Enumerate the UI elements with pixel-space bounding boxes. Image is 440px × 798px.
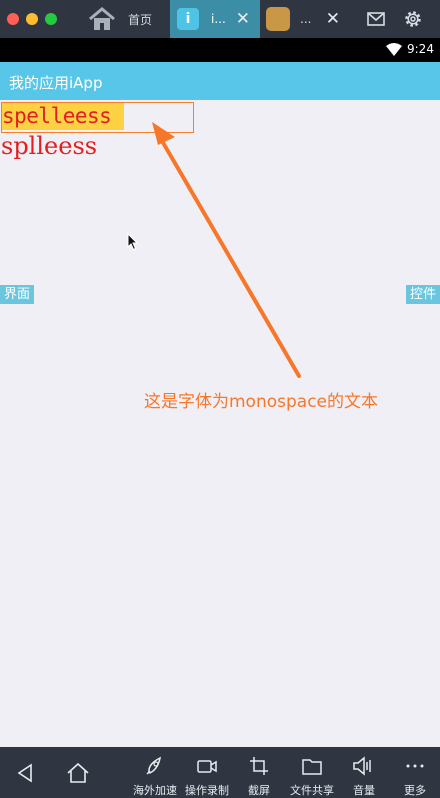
- record-actions-button[interactable]: 操作录制: [181, 747, 233, 798]
- more-icon: [406, 764, 424, 768]
- nav-label: 截屏: [248, 784, 270, 797]
- back-icon: [17, 763, 32, 783]
- back-button[interactable]: [10, 747, 40, 798]
- nav-label: 海外加速: [133, 784, 177, 797]
- video-camera-icon: [197, 760, 217, 773]
- nav-label: 操作录制: [185, 784, 229, 797]
- annotation-label: 这是字体为monospace的文本: [144, 392, 379, 412]
- crop-icon: [250, 757, 268, 775]
- nav-label: 更多: [404, 784, 426, 797]
- volume-button[interactable]: 音量: [345, 747, 383, 798]
- rocket-icon: [146, 756, 162, 775]
- volume-icon: [353, 756, 371, 776]
- folder-icon: [302, 759, 322, 775]
- bottom-toolbar: 海外加速 操作录制 截屏 文件共享 音量 更多: [0, 747, 440, 798]
- screenshot-button[interactable]: 截屏: [240, 747, 278, 798]
- nav-label: 音量: [353, 784, 375, 797]
- nav-label: 文件共享: [290, 784, 334, 797]
- home-icon: [67, 762, 89, 783]
- file-share-button[interactable]: 文件共享: [285, 747, 339, 798]
- home-button[interactable]: [62, 747, 94, 798]
- overseas-accelerate-button[interactable]: 海外加速: [130, 747, 180, 798]
- more-button[interactable]: 更多: [396, 747, 434, 798]
